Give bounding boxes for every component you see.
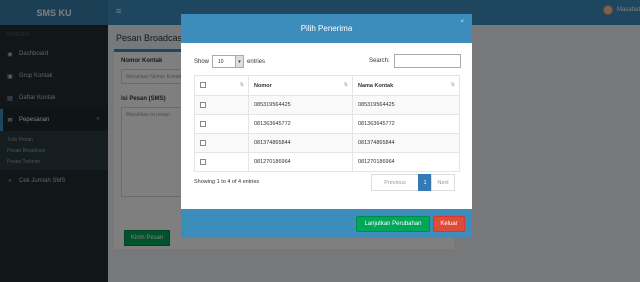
cell-nomor: 081270186964: [248, 152, 353, 172]
keluar-button[interactable]: Keluar: [433, 216, 465, 232]
modal-footer: Lanjutkan Perubahan Keluar: [181, 209, 472, 238]
entries-length-control: Show 10 ▾ entries: [194, 55, 265, 68]
sort-icon: ⇅: [239, 82, 244, 88]
close-icon[interactable]: ×: [460, 19, 464, 25]
select-all-checkbox[interactable]: [200, 82, 206, 89]
table-row[interactable]: 081270186964 081270186964: [194, 152, 460, 172]
search-label: Search:: [369, 58, 390, 64]
pilih-penerima-modal: Pilih Penerima × Show 10 ▾ entries Searc…: [181, 14, 472, 238]
pagination: Previous 1 Next: [371, 174, 455, 191]
sort-icon: ⇅: [450, 82, 455, 88]
column-header-nomor[interactable]: Nomor ⇅: [248, 75, 353, 96]
recipients-table: ⇅ Nomor ⇅ Nama Kontak ⇅ 085319564425 085…: [194, 75, 460, 172]
cell-nomor: 085319564425: [248, 95, 353, 115]
sort-icon: ⇅: [343, 82, 348, 88]
previous-page-button[interactable]: Previous: [371, 174, 419, 191]
modal-header: Pilih Penerima ×: [181, 14, 472, 43]
next-page-button[interactable]: Next: [431, 174, 455, 191]
table-header-row: ⇅ Nomor ⇅ Nama Kontak ⇅: [194, 75, 460, 96]
table-row[interactable]: 081374865844 081374865844: [194, 133, 460, 153]
modal-title: Pilih Penerima: [300, 24, 353, 33]
column-header-label: Nomor: [254, 82, 272, 89]
table-search: Search:: [369, 54, 461, 68]
entries-label: entries: [247, 58, 266, 65]
column-header-label: Nama Kontak: [358, 82, 394, 89]
row-checkbox[interactable]: [200, 158, 206, 165]
table-info: Showing 1 to 4 of 4 entries: [194, 179, 260, 185]
table-row[interactable]: 081363645772 081363645772: [194, 114, 460, 134]
chevron-down-icon: ▾: [235, 56, 244, 67]
lanjutkan-perubahan-button[interactable]: Lanjutkan Perubahan: [356, 216, 430, 232]
column-header-nama-kontak[interactable]: Nama Kontak ⇅: [352, 75, 460, 96]
cell-nama-kontak: 081374865844: [352, 133, 460, 153]
cell-nama-kontak: 081363645772: [352, 114, 460, 134]
row-checkbox[interactable]: [200, 101, 206, 108]
row-checkbox[interactable]: [200, 120, 206, 127]
row-checkbox[interactable]: [200, 139, 206, 146]
entries-select-value: 10: [218, 58, 224, 65]
table-row[interactable]: 085319564425 085319564425: [194, 95, 460, 115]
page-1-button[interactable]: 1: [418, 174, 432, 191]
cell-nomor: 081363645772: [248, 114, 353, 134]
cell-nama-kontak: 085319564425: [352, 95, 460, 115]
cell-nama-kontak: 081270186964: [352, 152, 460, 172]
show-label: Show: [194, 58, 210, 65]
search-input[interactable]: [393, 54, 461, 68]
entries-select[interactable]: 10 ▾: [212, 55, 245, 68]
cell-nomor: 081374865844: [248, 133, 353, 153]
select-all-header[interactable]: ⇅: [194, 75, 249, 96]
